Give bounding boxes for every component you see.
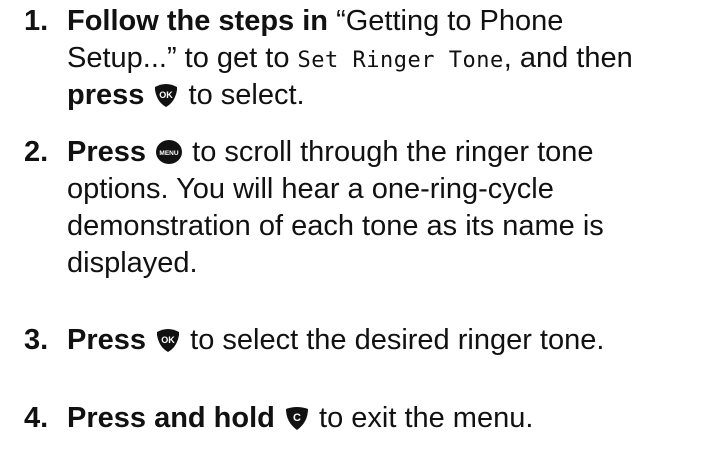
step-number: 1.: [24, 5, 49, 37]
step-line: Follow the steps in “Getting to Phone: [67, 3, 722, 40]
step-line: demonstration of each tone as its name i…: [67, 208, 722, 245]
clear-key-icon: C: [284, 405, 310, 431]
step-line: Setup...” to get to Set Ringer Tone, and…: [67, 40, 722, 77]
body-text: demonstration of each tone as its name i…: [67, 210, 604, 242]
bold-text: Press: [67, 324, 147, 356]
menu-key-icon: MENU: [155, 139, 183, 165]
body-text: , and then: [503, 42, 633, 74]
step-line: options. You will hear a one-ring-cycle: [67, 171, 722, 208]
bold-text: press: [67, 79, 145, 111]
step-line: Press and hold C to exit the menu.: [67, 400, 722, 437]
bold-text: Follow the steps in: [67, 5, 329, 37]
step-text: Press and hold C to exit the menu.: [67, 400, 722, 437]
ok-key-icon: OK: [155, 327, 181, 353]
step-text: Follow the steps in “Getting to Phone Se…: [67, 3, 722, 114]
body-text: to scroll through the ringer tone: [184, 136, 594, 168]
step-number: 3.: [24, 324, 49, 356]
body-text: to select.: [180, 79, 305, 111]
step-text: Press OK to select the desired ringer to…: [67, 322, 722, 359]
menu-key-label: MENU: [160, 150, 179, 157]
ok-key-icon: OK: [153, 82, 179, 108]
body-text: options. You will hear a one-ring-cycle: [67, 173, 554, 205]
step-line: press OK to select.: [67, 77, 722, 114]
step-line: Press OK to select the desired ringer to…: [67, 322, 722, 359]
step-number: 2.: [24, 136, 49, 168]
body-text: displayed.: [67, 247, 198, 279]
ok-key-label: OK: [160, 90, 174, 100]
step-line: Press MENU to scroll through the ringer …: [67, 134, 722, 171]
step-line: displayed.: [67, 245, 722, 282]
bold-text: Press: [67, 136, 147, 168]
body-text: Setup...” to get to: [67, 42, 298, 74]
body-text: “Getting to Phone: [328, 5, 564, 37]
body-text: to select the desired ringer tone.: [182, 324, 605, 356]
clear-key-label: C: [293, 412, 301, 424]
ok-key-label: OK: [161, 335, 175, 345]
step-number: 4.: [24, 402, 49, 434]
lcd-display-text: Set Ringer Tone: [297, 48, 504, 73]
step-text: Press MENU to scroll through the ringer …: [67, 134, 722, 282]
bold-text: Press and hold: [67, 402, 275, 434]
body-text: to exit the menu.: [310, 402, 534, 434]
